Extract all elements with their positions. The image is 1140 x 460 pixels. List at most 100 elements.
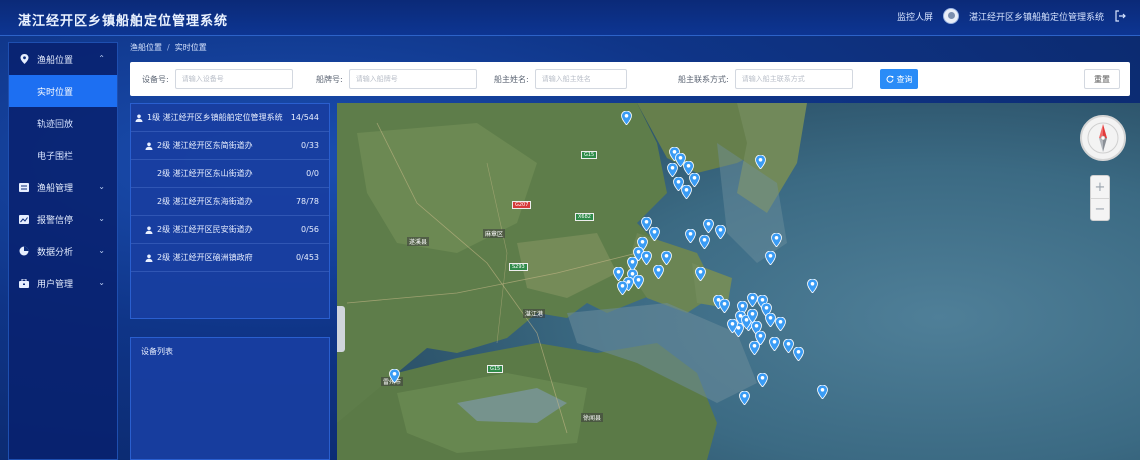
owner-contact-input[interactable]	[734, 69, 853, 89]
app-root: 湛江经开区乡镇船舶定位管理系统 监控人屏 湛江经开区乡镇船舶定位管理系统 渔船位…	[0, 0, 1140, 460]
reset-button[interactable]: 重置	[1084, 69, 1120, 89]
device-input[interactable]	[174, 69, 293, 89]
boat-marker-icon[interactable]	[621, 110, 632, 126]
map-terrain	[337, 103, 1140, 460]
device-list-title: 设备列表	[141, 347, 173, 356]
chart-icon	[19, 214, 29, 224]
tree-node-level: 1级	[147, 113, 161, 122]
tree-node[interactable]: 2级 湛江经开区硇洲镇政府 0/453	[131, 244, 329, 272]
user-name[interactable]: 湛江经开区乡镇船舶定位管理系统	[969, 10, 1104, 23]
list-icon	[19, 182, 29, 192]
boat-marker-icon[interactable]	[793, 346, 804, 362]
tree-node-name: 2级 湛江经开区东山街道办	[157, 168, 253, 179]
sidebar-item-geofence[interactable]: 电子围栏	[9, 139, 117, 171]
boat-marker-icon[interactable]	[695, 266, 706, 282]
sidebar-group-user-management[interactable]: 用户管理 ⌄	[9, 267, 117, 299]
boat-marker-icon[interactable]	[719, 298, 730, 314]
contact-filter: 船主联系方式:	[678, 69, 853, 89]
device-label: 设备号:	[142, 74, 169, 84]
breadcrumb-parent[interactable]: 渔船位置	[130, 43, 162, 52]
tree-node-title: 湛江经开区东山街道办	[172, 169, 253, 178]
tree-node-level: 2级	[157, 225, 171, 234]
boat-marker-icon[interactable]	[727, 318, 738, 334]
boat-marker-icon[interactable]	[807, 278, 818, 294]
big-screen-link[interactable]: 监控人屏	[897, 10, 933, 23]
boat-marker-icon[interactable]	[681, 184, 692, 200]
query-button[interactable]: 查询	[880, 69, 918, 89]
road-sign: G15	[581, 151, 598, 159]
avatar[interactable]	[942, 8, 959, 24]
tree-node-name: 2级 湛江经开区东简街道办	[157, 140, 253, 151]
contact-label: 船主联系方式:	[678, 74, 729, 84]
tree-node-title: 湛江经开区民安街道办	[172, 225, 253, 234]
owner-name-input[interactable]	[534, 69, 627, 89]
logout-icon[interactable]	[1114, 10, 1126, 22]
user-icon	[145, 142, 153, 150]
tree-node-level: 2级	[157, 197, 171, 206]
sidebar-group-label: 报警信停	[37, 215, 74, 226]
tree-node-level: 2级	[157, 169, 171, 178]
tree-node-title: 湛江经开区东简街道办	[172, 141, 253, 150]
ship-number-input[interactable]	[348, 69, 477, 89]
boat-marker-icon[interactable]	[649, 226, 660, 242]
boat-marker-icon[interactable]	[739, 390, 750, 406]
breadcrumb-current: 实时位置	[174, 43, 207, 52]
chevron-down-icon: ⌄	[98, 182, 105, 191]
tree-node-root[interactable]: 1级 湛江经开区乡镇船舶定位管理系统 14/544	[131, 104, 329, 132]
sidebar-group-data-analysis[interactable]: 数据分析 ⌄	[9, 235, 117, 267]
tree-node[interactable]: 2级 湛江经开区东海街道办 78/78	[131, 188, 329, 216]
sidebar-item-label: 轨迹回放	[37, 119, 74, 130]
sidebar-group-alarm[interactable]: 报警信停 ⌄	[9, 203, 117, 235]
boat-marker-icon[interactable]	[817, 384, 828, 400]
chevron-down-icon: ⌄	[98, 278, 105, 287]
boat-marker-icon[interactable]	[633, 274, 644, 290]
boat-marker-icon[interactable]	[653, 264, 664, 280]
road-sign: S293	[509, 263, 528, 271]
tree-node-count: 0/453	[295, 253, 319, 262]
compass-control[interactable]	[1080, 115, 1126, 161]
sidebar-group-ship-management[interactable]: 渔船管理 ⌄	[9, 171, 117, 203]
panel-collapse-handle[interactable]	[337, 306, 345, 352]
boat-marker-icon[interactable]	[667, 162, 678, 178]
satellite-map[interactable]: 湛江港 遂溪县 麻章区 徐闻县 雷州市 G15 G207 S293 G15 X6…	[337, 103, 1140, 460]
tree-node[interactable]: 2级 湛江经开区东简街道办 0/33	[131, 132, 329, 160]
tree-node-count: 0/56	[301, 225, 319, 234]
boat-marker-icon[interactable]	[749, 340, 760, 356]
boat-marker-icon[interactable]	[775, 316, 786, 332]
tree-node-count: 14/544	[290, 113, 319, 122]
sidebar-item-label: 电子围栏	[37, 151, 74, 162]
app-header: 湛江经开区乡镇船舶定位管理系统 监控人屏 湛江经开区乡镇船舶定位管理系统	[0, 0, 1140, 36]
sidebar-group-label: 用户管理	[37, 279, 74, 290]
boat-marker-icon[interactable]	[703, 218, 714, 234]
sidebar-item-track-playback[interactable]: 轨迹回放	[9, 107, 117, 139]
boat-marker-icon[interactable]	[641, 250, 652, 266]
map-label-county: 遂溪县	[407, 237, 430, 246]
query-button-label: 查询	[896, 74, 913, 84]
boat-marker-icon[interactable]	[617, 280, 628, 296]
boat-marker-icon[interactable]	[757, 372, 768, 388]
boat-marker-icon[interactable]	[389, 368, 400, 384]
boat-marker-icon[interactable]	[661, 250, 672, 266]
road-sign: G207	[512, 201, 532, 209]
tree-node[interactable]: 2级 湛江经开区东山街道办 0/0	[131, 160, 329, 188]
sidebar-item-realtime-position[interactable]: 实时位置	[9, 75, 117, 107]
boat-marker-icon[interactable]	[685, 228, 696, 244]
boat-marker-icon[interactable]	[771, 232, 782, 248]
boat-marker-icon[interactable]	[699, 234, 710, 250]
ship-filter: 船牌号:	[316, 69, 477, 89]
breadcrumb-separator: /	[167, 43, 170, 52]
boat-marker-icon[interactable]	[747, 308, 758, 324]
zoom-out-button[interactable]: −	[1091, 198, 1109, 220]
compass-icon	[1087, 122, 1119, 154]
user-icon	[145, 254, 153, 262]
boat-marker-icon[interactable]	[769, 336, 780, 352]
tree-node-name: 2级 湛江经开区民安街道办	[157, 224, 253, 235]
zoom-in-button[interactable]: +	[1091, 176, 1109, 198]
boat-marker-icon[interactable]	[765, 250, 776, 266]
boat-marker-icon[interactable]	[755, 154, 766, 170]
boat-marker-icon[interactable]	[715, 224, 726, 240]
tree-node-level: 2级	[157, 253, 171, 262]
tree-node[interactable]: 2级 湛江经开区民安街道办 0/56	[131, 216, 329, 244]
app-title: 湛江经开区乡镇船舶定位管理系统	[18, 14, 229, 29]
sidebar-group-ship-position[interactable]: 渔船位置 ⌃	[9, 43, 117, 75]
